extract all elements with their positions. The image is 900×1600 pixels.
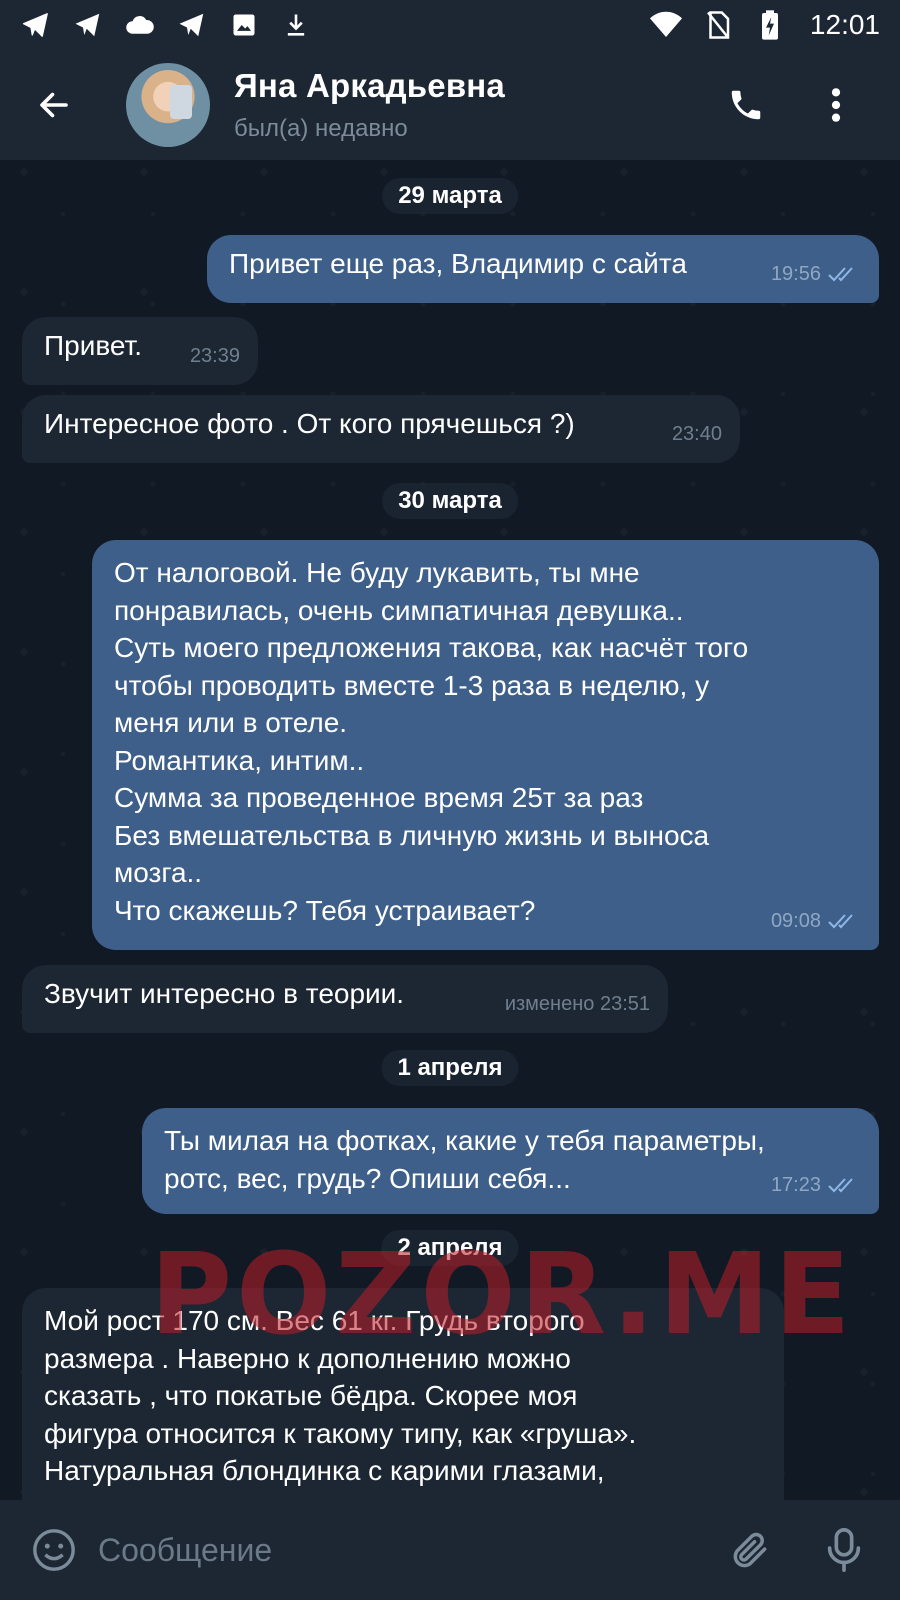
attach-button[interactable] bbox=[722, 1522, 778, 1578]
message-meta: 19:56 bbox=[771, 256, 861, 294]
system-icons: 12:01 bbox=[649, 9, 880, 41]
clock: 12:01 bbox=[809, 9, 880, 40]
message-incoming[interactable]: Звучит интересно в теории. изменено 23:5… bbox=[22, 965, 668, 1033]
message-meta: 23:40 bbox=[672, 416, 722, 454]
double-check-icon bbox=[828, 1178, 853, 1193]
message-text: Ты милая на фотках, какие у тебя парамет… bbox=[164, 1125, 765, 1194]
message-text: От налоговой. Не буду лукавить, ты мне п… bbox=[114, 557, 749, 926]
telegram-icon bbox=[176, 9, 208, 41]
message-time: 23:39 bbox=[189, 344, 240, 367]
telegram-icon bbox=[20, 9, 52, 41]
more-options-button[interactable] bbox=[808, 77, 864, 133]
message-text: Привет еще раз, Владимир с сайта bbox=[229, 248, 687, 279]
avatar[interactable] bbox=[126, 63, 210, 147]
emoji-button[interactable] bbox=[26, 1522, 82, 1578]
date-separator: 1 апреля bbox=[381, 1050, 519, 1086]
message-incoming[interactable]: Привет. 23:39 bbox=[22, 317, 258, 385]
double-check-icon bbox=[828, 267, 853, 282]
status-bar: 12:01 bbox=[0, 0, 900, 50]
watermark: POZOR.ME bbox=[150, 1230, 855, 1360]
contact-status: был(а) недавно bbox=[234, 115, 408, 142]
smiley-icon bbox=[33, 1529, 75, 1571]
download-icon bbox=[280, 9, 312, 41]
message-meta: 09:08 bbox=[771, 903, 861, 941]
image-icon bbox=[228, 9, 260, 41]
chat-header: Яна Аркадьевна был(а) недавно bbox=[0, 50, 900, 160]
date-separator: 30 марта bbox=[382, 483, 518, 519]
phone-icon bbox=[731, 90, 761, 120]
message-time: 17:23 bbox=[770, 1173, 821, 1196]
paperclip-icon bbox=[733, 1532, 767, 1568]
message-outgoing[interactable]: Привет еще раз, Владимир с сайта 19:56 bbox=[207, 235, 879, 303]
date-separator: 29 марта bbox=[382, 178, 518, 214]
battery-charging-icon bbox=[754, 9, 786, 41]
cloud-icon bbox=[124, 9, 156, 41]
voice-message-button[interactable] bbox=[816, 1522, 872, 1578]
notification-icons bbox=[20, 9, 312, 41]
telegram-icon bbox=[72, 9, 104, 41]
message-composer bbox=[0, 1500, 900, 1600]
message-outgoing[interactable]: От налоговой. Не буду лукавить, ты мне п… bbox=[92, 540, 879, 950]
more-vertical-icon bbox=[831, 88, 841, 122]
wifi-icon bbox=[649, 9, 682, 41]
message-text: Привет. bbox=[44, 330, 143, 361]
message-text: Звучит интересно в теории. bbox=[44, 978, 405, 1009]
message-time: изменено 23:51 bbox=[504, 992, 650, 1015]
message-incoming[interactable]: Интересное фото . От кого прячешься ?) 2… bbox=[22, 395, 740, 463]
message-outgoing[interactable]: Ты милая на фотках, какие у тебя парамет… bbox=[142, 1108, 879, 1214]
message-input[interactable] bbox=[98, 1520, 722, 1580]
microphone-icon bbox=[827, 1528, 861, 1572]
message-meta: 23:39 bbox=[190, 338, 240, 376]
double-check-icon bbox=[828, 914, 853, 929]
message-text: Интересное фото . От кого прячешься ?) bbox=[44, 408, 575, 439]
arrow-left-icon bbox=[40, 92, 68, 118]
no-sim-icon bbox=[702, 9, 734, 41]
contact-name: Яна Аркадьевна bbox=[234, 67, 505, 104]
call-button[interactable] bbox=[718, 77, 774, 133]
message-meta: изменено 23:51 bbox=[505, 986, 650, 1024]
message-list[interactable]: 29 марта Привет еще раз, Владимир с сайт… bbox=[0, 160, 900, 1500]
contact-info[interactable]: Яна Аркадьевна был(а) недавно bbox=[234, 67, 505, 143]
back-button[interactable] bbox=[26, 77, 82, 133]
message-time: 09:08 bbox=[770, 909, 821, 932]
message-time: 23:40 bbox=[671, 422, 722, 445]
header-actions bbox=[718, 77, 864, 133]
message-meta: 17:23 bbox=[771, 1167, 861, 1205]
message-time: 19:56 bbox=[770, 262, 821, 285]
